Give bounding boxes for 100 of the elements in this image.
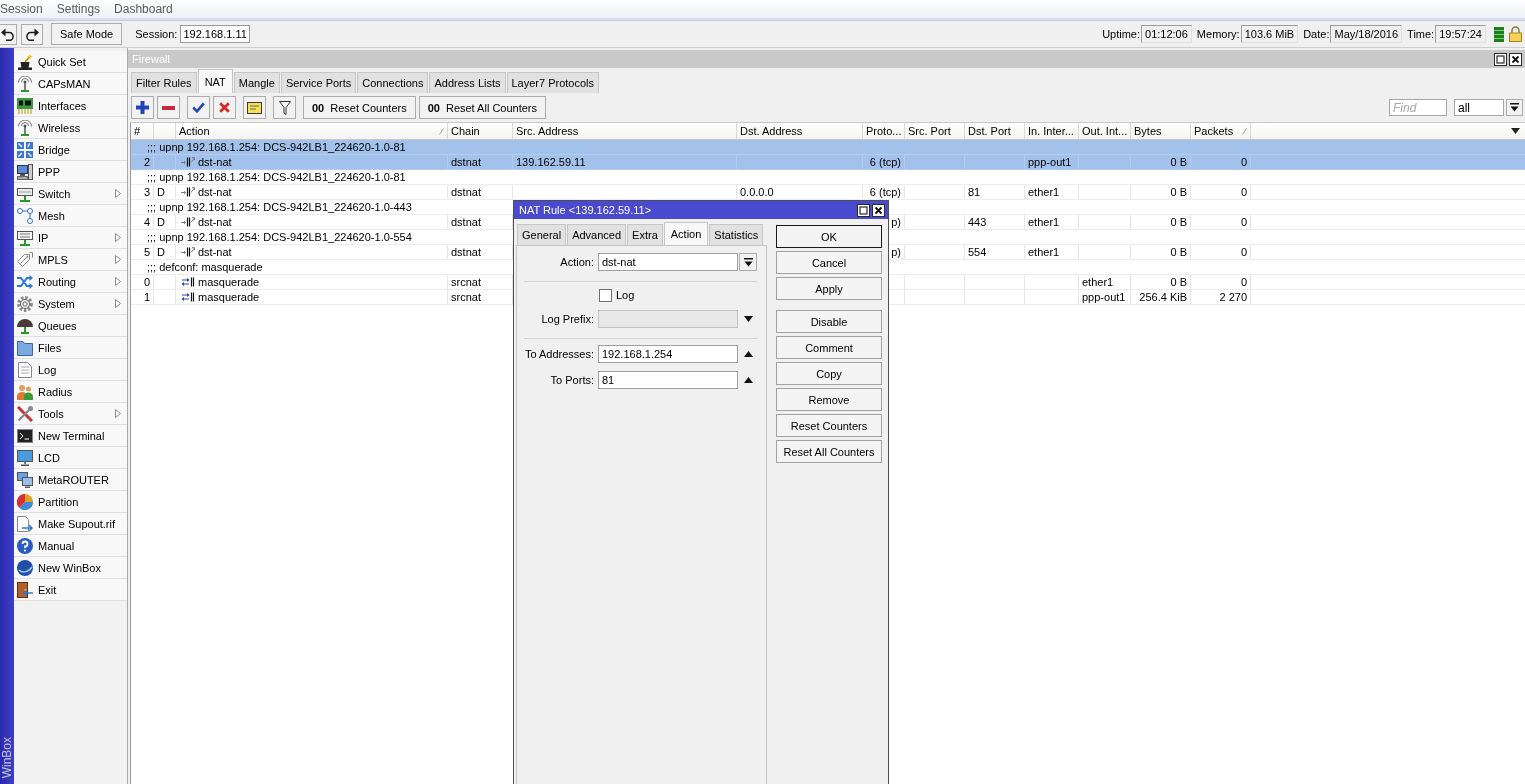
column-header[interactable]: Out. Int...	[1079, 123, 1131, 139]
dialog-button[interactable]: Reset All Counters	[776, 440, 882, 463]
table-cell: ether1	[1079, 275, 1131, 289]
maximize-icon[interactable]	[857, 203, 870, 217]
comment-button[interactable]	[243, 96, 266, 119]
sidebar-item[interactable]: Quick Set	[14, 51, 127, 73]
tab[interactable]: Statistics	[709, 224, 764, 245]
sidebar-item[interactable]: Radius	[14, 381, 127, 403]
table-cell: 4	[131, 215, 154, 229]
tab[interactable]: NAT	[197, 69, 233, 93]
tab[interactable]: General	[517, 224, 567, 245]
tab[interactable]: Advanced	[567, 224, 627, 245]
add-button[interactable]	[131, 96, 154, 119]
filter-select[interactable]: all	[1454, 99, 1504, 116]
sidebar-item[interactable]: PPP	[14, 161, 127, 183]
column-header[interactable]: #	[131, 123, 154, 139]
menu-item[interactable]: Dashboard	[114, 1, 173, 17]
sidebar-item[interactable]: Queues	[14, 315, 127, 337]
tab[interactable]: Mangle	[233, 72, 280, 93]
sidebar-item[interactable]: Partition	[14, 491, 127, 513]
dropdown-button[interactable]	[739, 253, 757, 271]
session-field[interactable]: 192.168.1.11	[180, 25, 250, 43]
table-row[interactable]: ;;; upnp 192.168.1.254: DCS-942LB1_224620-1.0-81	[131, 170, 1525, 185]
dialog-button[interactable]: Remove	[776, 388, 882, 411]
checkbox[interactable]	[599, 288, 612, 302]
menu-item[interactable]: Session	[0, 1, 43, 17]
tab[interactable]: Layer7 Protocols	[506, 72, 600, 93]
column-header[interactable]: Dst. Address	[737, 123, 863, 139]
sidebar-item[interactable]: MetaROUTER	[14, 469, 127, 491]
column-header[interactable]: Src. Address	[513, 123, 737, 139]
sidebar-item[interactable]: Mesh	[14, 205, 127, 227]
sidebar-item[interactable]: Tools	[14, 403, 127, 425]
sidebar-item[interactable]: New Terminal	[14, 425, 127, 447]
close-icon[interactable]	[1509, 52, 1522, 66]
sidebar-item[interactable]: Make Supout.rif	[14, 513, 127, 535]
column-header[interactable]: Packets	[1191, 123, 1251, 139]
dialog-button[interactable]: Copy	[776, 362, 882, 385]
column-menu-icon[interactable]	[1511, 128, 1520, 134]
tab[interactable]: Connections	[357, 72, 429, 93]
select-field[interactable]: dst-nat	[598, 253, 738, 271]
up-arrow-icon[interactable]	[744, 377, 753, 383]
text-field[interactable]: 192.168.1.254	[598, 345, 738, 363]
safe-mode-button[interactable]: Safe Mode	[51, 23, 123, 45]
search-field[interactable]: Find	[1389, 99, 1447, 116]
column-header[interactable]: Dst. Port	[965, 123, 1025, 139]
sidebar-item[interactable]: Interfaces	[14, 95, 127, 117]
sidebar-item[interactable]: Routing	[14, 271, 127, 293]
reset-button[interactable]: 00 Reset All Counters	[418, 96, 547, 119]
dialog-button[interactable]: Cancel	[776, 251, 882, 274]
menu-item[interactable]: Settings	[56, 1, 101, 17]
tab[interactable]: Extra	[627, 224, 663, 245]
dialog-button[interactable]: OK	[776, 225, 882, 248]
enable-button[interactable]	[187, 96, 210, 119]
sidebar-item[interactable]: MPLS	[14, 249, 127, 271]
tab[interactable]: Action	[663, 222, 709, 245]
reset-button[interactable]: 00 Reset Counters	[303, 96, 416, 119]
column-header[interactable]: Chain	[448, 123, 513, 139]
dropdown-button[interactable]	[1506, 99, 1523, 116]
dialog-button[interactable]: Comment	[776, 336, 882, 359]
disable-button[interactable]	[213, 96, 236, 119]
table-row[interactable]: ;;; upnp 192.168.1.254: DCS-942LB1_224620-1.0-81	[131, 140, 1525, 155]
remove-button[interactable]	[157, 96, 180, 119]
sidebar-item[interactable]: CAPsMAN	[14, 73, 127, 95]
column-header[interactable]: Bytes	[1131, 123, 1191, 139]
dialog-button[interactable]: Apply	[776, 277, 882, 300]
maximize-icon[interactable]	[1494, 52, 1507, 66]
sidebar-item[interactable]: Wireless	[14, 117, 127, 139]
tab[interactable]: Filter Rules	[131, 72, 197, 93]
dialog-button[interactable]: Reset Counters	[776, 414, 882, 437]
column-header[interactable]: Src. Port	[905, 123, 965, 139]
brand-label: WinBox	[0, 736, 14, 778]
text-field[interactable]: 81	[598, 371, 738, 389]
table-row[interactable]: 2 dst-nat dstnat 139.162.59.11 6 (tcp) ppp-out1 0 B 0	[131, 155, 1525, 170]
undo-button[interactable]	[0, 23, 17, 45]
rule-comment: ;;; upnp 192.168.1.254: DCS-942LB1_224620-1.0-81	[147, 171, 406, 183]
sidebar-item[interactable]: New WinBox	[14, 557, 127, 579]
checkbox-label[interactable]: Log	[616, 289, 635, 301]
sidebar-item[interactable]: Files	[14, 337, 127, 359]
sidebar-item[interactable]: LCD	[14, 447, 127, 469]
up-arrow-icon[interactable]	[744, 351, 753, 357]
table-cell: 81	[965, 185, 1025, 199]
column-header[interactable]: Action	[176, 123, 448, 139]
swap-arrows-icon	[181, 277, 195, 287]
filter-button[interactable]	[273, 96, 296, 119]
dialog-button[interactable]: Disable	[776, 310, 882, 333]
column-header[interactable]: In. Inter...	[1025, 123, 1079, 139]
table-cell: D	[154, 245, 176, 259]
sidebar-item[interactable]: IP	[14, 227, 127, 249]
column-header[interactable]: Proto...	[863, 123, 905, 139]
sidebar-item[interactable]: Log	[14, 359, 127, 381]
sidebar-item[interactable]: Exit	[14, 579, 127, 601]
tab[interactable]: Service Ports	[280, 72, 357, 93]
computer-icon	[17, 163, 33, 180]
sidebar-item[interactable]: System	[14, 293, 127, 315]
redo-button[interactable]	[21, 23, 43, 45]
sidebar-item[interactable]: Manual	[14, 535, 127, 557]
sidebar-item[interactable]: Bridge	[14, 139, 127, 161]
tab[interactable]: Address Lists	[429, 72, 506, 93]
close-icon[interactable]	[872, 203, 885, 217]
sidebar-item[interactable]: Switch	[14, 183, 127, 205]
